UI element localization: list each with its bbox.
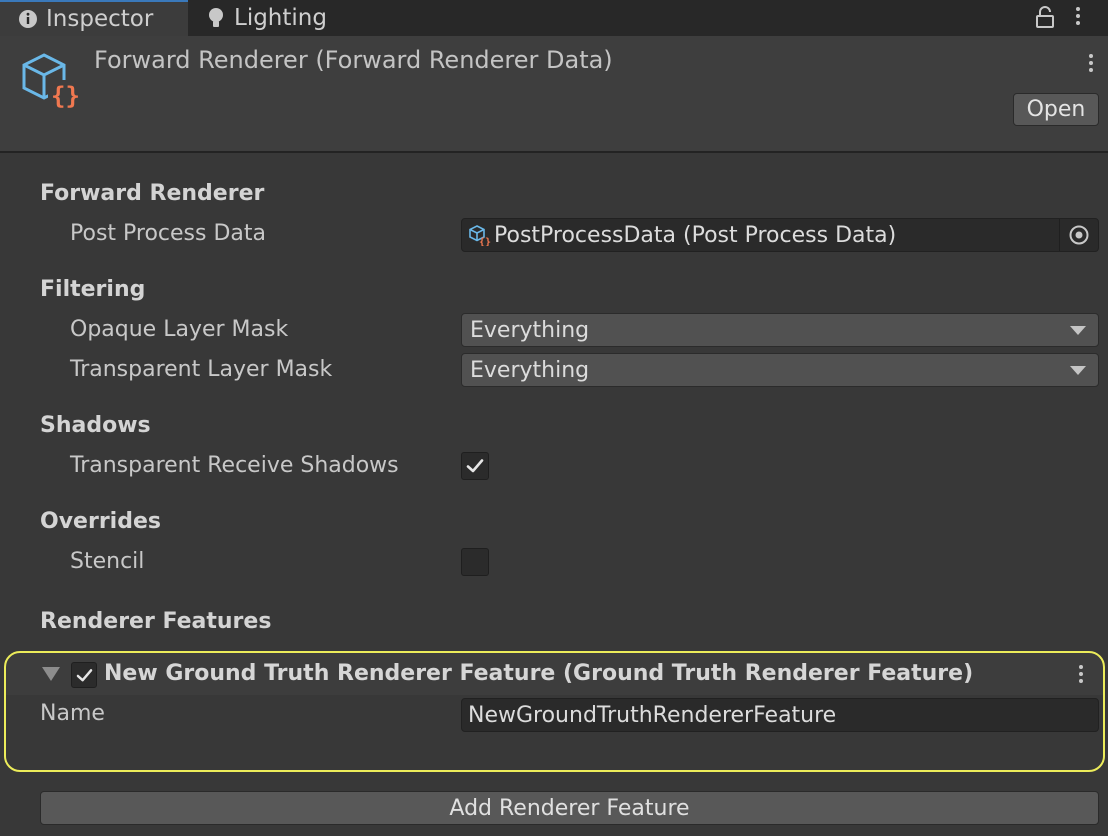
- transparent-layer-mask-dropdown[interactable]: Everything: [461, 353, 1099, 387]
- checkmark-icon: [76, 668, 92, 681]
- renderer-feature-menu-icon[interactable]: [1079, 665, 1083, 683]
- opaque-layer-mask-dropdown[interactable]: Everything: [461, 313, 1099, 347]
- section-filtering: Filtering: [40, 277, 146, 302]
- page-title: Forward Renderer (Forward Renderer Data): [94, 46, 613, 74]
- stencil-label: Stencil: [70, 549, 145, 574]
- section-overrides: Overrides: [40, 509, 161, 534]
- header-menu-icon[interactable]: [1089, 54, 1093, 72]
- renderer-feature-enabled-checkbox[interactable]: [71, 662, 97, 688]
- scriptable-object-icon: {}: [20, 52, 80, 114]
- svg-text:{}: {}: [51, 82, 80, 110]
- transparent-receive-shadows-label: Transparent Receive Shadows: [70, 453, 399, 478]
- tab-lighting[interactable]: Lighting: [206, 0, 327, 36]
- asset-icon: {}: [468, 224, 492, 246]
- tab-inspector[interactable]: Inspector: [0, 0, 188, 36]
- foldout-arrow-icon[interactable]: [42, 667, 60, 681]
- tab-inspector-label: Inspector: [46, 6, 154, 32]
- object-picker-icon[interactable]: [1059, 219, 1098, 251]
- section-shadows: Shadows: [40, 413, 151, 438]
- transparent-layer-mask-value: Everything: [470, 357, 590, 383]
- lightbulb-icon: [206, 7, 226, 29]
- dropdown-arrow-icon: [1070, 326, 1086, 335]
- opaque-layer-mask-label: Opaque Layer Mask: [70, 317, 289, 342]
- open-button[interactable]: Open: [1013, 93, 1099, 126]
- dropdown-arrow-icon: [1070, 366, 1086, 375]
- feature-name-label: Name: [40, 701, 105, 726]
- opaque-layer-mask-value: Everything: [470, 317, 590, 343]
- post-process-data-field[interactable]: {} PostProcessData (Post Process Data): [461, 218, 1099, 252]
- info-icon: [18, 9, 38, 29]
- lock-icon[interactable]: [1035, 6, 1055, 32]
- transparent-receive-shadows-checkbox[interactable]: [461, 452, 489, 480]
- add-renderer-feature-button[interactable]: Add Renderer Feature: [40, 791, 1099, 825]
- checkmark-icon: [466, 459, 484, 473]
- transparent-layer-mask-label: Transparent Layer Mask: [70, 357, 333, 382]
- tab-lighting-label: Lighting: [234, 5, 327, 31]
- post-process-data-label: Post Process Data: [70, 221, 267, 246]
- feature-name-value: NewGroundTruthRendererFeature: [468, 702, 837, 728]
- svg-text:{}: {}: [479, 237, 491, 246]
- stencil-checkbox[interactable]: [461, 548, 489, 576]
- post-process-data-value: PostProcessData (Post Process Data): [494, 222, 897, 248]
- tab-menu-icon[interactable]: [1076, 7, 1080, 25]
- feature-name-input[interactable]: NewGroundTruthRendererFeature: [461, 698, 1099, 732]
- section-forward-renderer: Forward Renderer: [40, 181, 265, 206]
- section-renderer-features: Renderer Features: [40, 609, 272, 634]
- renderer-feature-title: New Ground Truth Renderer Feature (Groun…: [104, 661, 974, 686]
